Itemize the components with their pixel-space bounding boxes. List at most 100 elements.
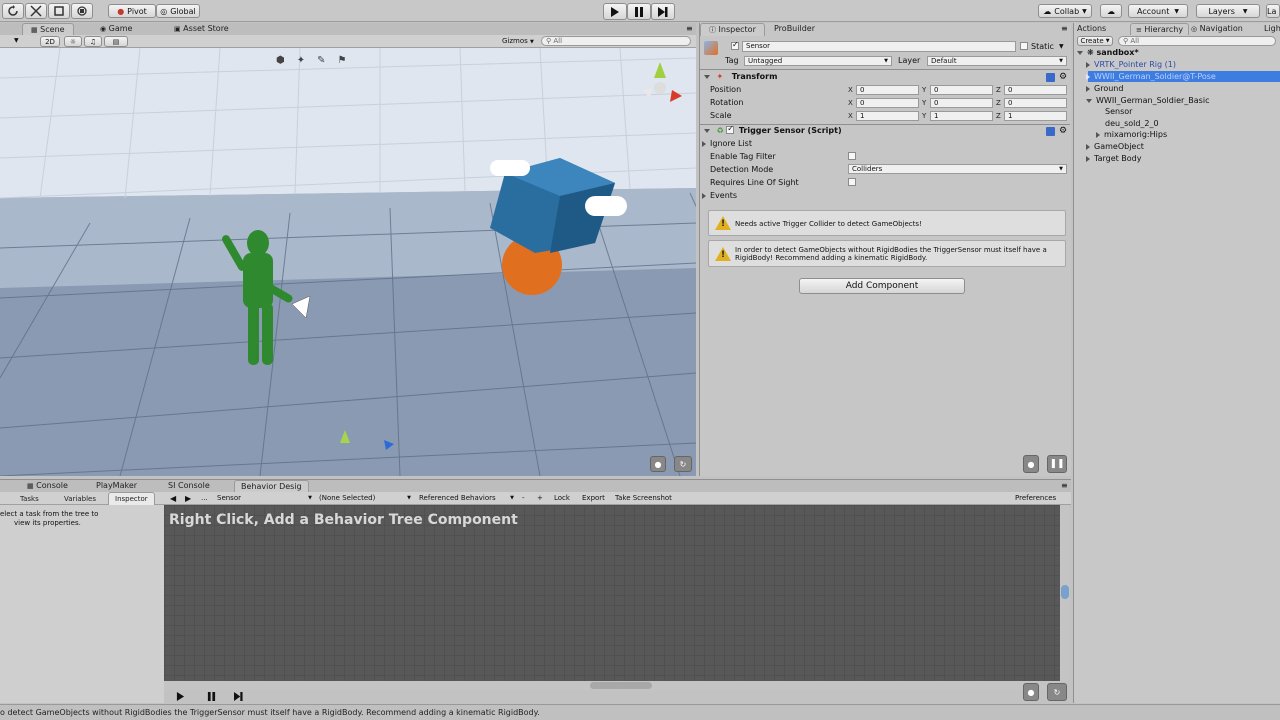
scale-z-axis[interactable]: Z: [996, 112, 1001, 120]
rotation-y-input[interactable]: 0: [930, 98, 993, 108]
scale-x-input[interactable]: 1: [856, 111, 919, 121]
hierarchy-item-target-body[interactable]: Target Body: [1086, 154, 1142, 163]
take-screenshot-button[interactable]: Take Screenshot: [615, 494, 672, 502]
referenced-behaviors-dropdown[interactable]: Referenced Behaviors ▼: [416, 493, 516, 504]
tab-console[interactable]: ▦ Console: [24, 480, 71, 491]
object-dropdown[interactable]: Sensor ▼: [214, 493, 314, 504]
tab-game[interactable]: ◉ Game: [96, 23, 136, 34]
audio-toggle[interactable]: ♫: [84, 36, 102, 47]
inspector-options-icon[interactable]: ≡: [1061, 24, 1068, 33]
collab-button[interactable]: ☁ Collab ▼: [1038, 4, 1092, 18]
scene-search-input[interactable]: ⚲ All: [541, 36, 691, 46]
tab-variables[interactable]: Variables: [58, 493, 102, 505]
behavior-dropdown[interactable]: (None Selected) ▼: [316, 493, 413, 504]
cloud-button[interactable]: ☁: [1100, 4, 1122, 18]
pause-button[interactable]: [627, 3, 651, 20]
horizontal-scroll-thumb[interactable]: [590, 682, 652, 689]
position-z-input[interactable]: 0: [1004, 85, 1067, 95]
move-tool-button[interactable]: [25, 3, 47, 19]
scale-y-input[interactable]: 1: [930, 111, 993, 121]
tab-probuilder[interactable]: ProBuilder: [770, 23, 819, 34]
active-checkbox[interactable]: ✓: [731, 40, 739, 50]
transform-header[interactable]: ✦ Transform: [700, 72, 1070, 84]
shading-mode-dropdown[interactable]: ▼: [14, 37, 38, 46]
requires-los-checkbox[interactable]: [848, 178, 856, 186]
global-button[interactable]: ◎ Global: [156, 4, 200, 18]
object-name-input[interactable]: Sensor: [742, 41, 1016, 52]
tab-si-console[interactable]: SI Console: [162, 480, 216, 491]
transform-tool-button[interactable]: [71, 3, 93, 19]
pos-y-axis[interactable]: Y: [922, 86, 926, 94]
tab-hierarchy[interactable]: ≡ Hierarchy: [1130, 23, 1190, 35]
tag-dropdown[interactable]: Untagged ▼: [744, 56, 892, 66]
effects-dropdown[interactable]: ▤: [104, 36, 128, 47]
events-foldout[interactable]: Events: [702, 191, 737, 200]
help-icon[interactable]: [1046, 73, 1055, 82]
hierarchy-item-mixamorig[interactable]: mixamorig:Hips: [1096, 130, 1167, 139]
rotation-z-input[interactable]: 0: [1004, 98, 1067, 108]
bottom-refresh-button[interactable]: ↻: [1047, 683, 1067, 701]
preferences-button[interactable]: Preferences: [1015, 494, 1056, 502]
inspector-mic-button[interactable]: ●: [1023, 455, 1039, 473]
tab-inspector[interactable]: ⓘ Inspector: [700, 23, 765, 36]
lock-button[interactable]: Lock: [554, 494, 570, 502]
help-icon[interactable]: [1046, 127, 1055, 136]
trigger-sensor-header[interactable]: ♻ ✓ Trigger Sensor (Script): [700, 124, 1070, 138]
ignore-list-foldout[interactable]: Ignore List: [702, 139, 752, 148]
static-checkbox[interactable]: [1020, 42, 1028, 50]
hierarchy-item-soldier-basic[interactable]: WWII_German_Soldier_Basic: [1086, 96, 1209, 105]
more-button[interactable]: ...: [201, 494, 208, 502]
hierarchy-item-sensor[interactable]: Sensor: [1105, 107, 1132, 116]
pivot-button[interactable]: ● Pivot: [108, 4, 156, 18]
gear-icon[interactable]: ⚙: [1059, 72, 1067, 82]
hierarchy-item-deu-sold[interactable]: deu_sold_2_0: [1105, 119, 1159, 128]
inspector-pause-button[interactable]: ❚❚: [1047, 455, 1067, 473]
position-x-input[interactable]: 0: [856, 85, 919, 95]
graph-play-button[interactable]: [176, 692, 185, 703]
layers-dropdown[interactable]: Layers ▼: [1196, 4, 1260, 18]
tab-actions[interactable]: Actions: [1074, 23, 1109, 34]
hierarchy-scene-root[interactable]: ❋ sandbox*: [1077, 48, 1139, 57]
scale-tool-button[interactable]: [48, 3, 70, 19]
bottom-options-icon[interactable]: ≡: [1061, 481, 1068, 490]
scale-y-axis[interactable]: Y: [922, 112, 926, 120]
position-y-input[interactable]: 0: [930, 85, 993, 95]
hierarchy-item-soldier-tpose[interactable]: WWII_German_Soldier@T-Pose: [1086, 72, 1216, 81]
scene-viewport[interactable]: ⬢✦✎⚑ ● ↻: [0, 48, 696, 476]
play-button[interactable]: [603, 3, 627, 20]
create-dropdown[interactable]: Create ▼: [1077, 36, 1113, 46]
hierarchy-item-ground[interactable]: Ground: [1086, 84, 1123, 93]
add-behavior-button[interactable]: +: [537, 494, 543, 502]
rotation-x-input[interactable]: 0: [856, 98, 919, 108]
scene-options-icon[interactable]: ≡: [686, 24, 693, 33]
gizmos-dropdown[interactable]: Gizmos ▼: [502, 37, 534, 45]
layout-dropdown[interactable]: La: [1266, 4, 1280, 18]
scene-mic-button[interactable]: ●: [650, 456, 666, 472]
remove-behavior-button[interactable]: -: [522, 494, 525, 502]
tab-tasks[interactable]: Tasks: [14, 493, 45, 505]
detection-mode-dropdown[interactable]: Colliders ▼: [848, 164, 1067, 174]
account-dropdown[interactable]: Account ▼: [1128, 4, 1188, 18]
bottom-mic-button[interactable]: ●: [1023, 683, 1039, 701]
behavior-graph-canvas[interactable]: [164, 505, 1060, 681]
pos-z-axis[interactable]: Z: [996, 86, 1001, 94]
lighting-toggle[interactable]: ☼: [64, 36, 82, 47]
hierarchy-item-gameobject[interactable]: GameObject: [1086, 142, 1144, 151]
scale-x-axis[interactable]: X: [848, 112, 853, 120]
rot-x-axis[interactable]: X: [848, 99, 853, 107]
rot-y-axis[interactable]: Y: [922, 99, 926, 107]
tab-bd-inspector[interactable]: Inspector: [108, 492, 155, 505]
tab-scene[interactable]: ▦ Scene: [22, 23, 74, 35]
hand-tool-button[interactable]: [2, 3, 24, 19]
component-enabled-checkbox[interactable]: ✓: [726, 124, 735, 134]
gear-icon[interactable]: ⚙: [1059, 126, 1067, 136]
tab-behavior-designer[interactable]: Behavior Desig: [234, 480, 309, 492]
static-dropdown-icon[interactable]: ▼: [1059, 43, 1064, 50]
hierarchy-item-vrtk[interactable]: VRTK_Pointer Rig (1): [1086, 60, 1176, 69]
pos-x-axis[interactable]: X: [848, 86, 853, 94]
tab-asset-store[interactable]: ▣ Asset Store: [170, 23, 233, 34]
graph-pause-button[interactable]: [207, 692, 216, 703]
step-button[interactable]: [651, 3, 675, 20]
enable-tag-filter-checkbox[interactable]: [848, 152, 856, 160]
nav-forward-button[interactable]: ▶: [185, 494, 191, 503]
